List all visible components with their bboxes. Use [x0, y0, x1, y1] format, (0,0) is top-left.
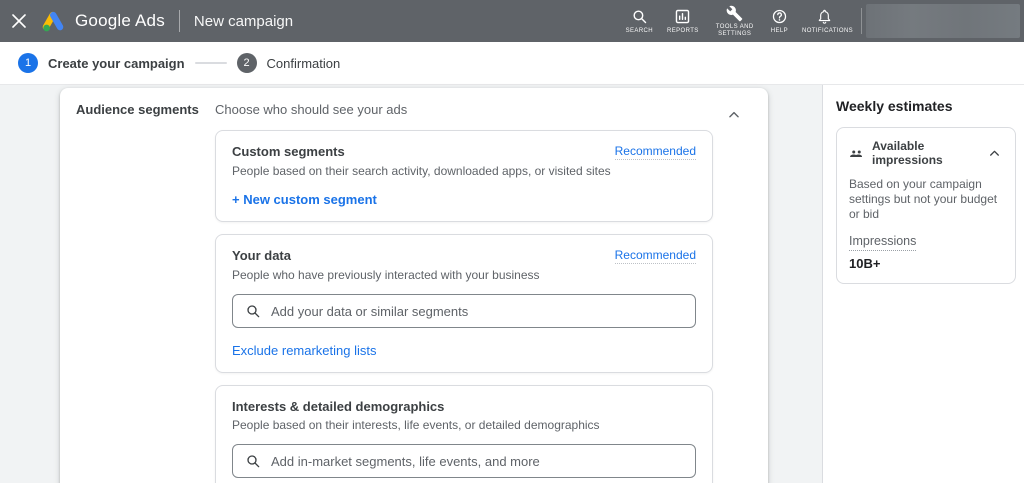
- nav-label: Notifications: [802, 28, 846, 35]
- audience-segments-card: Audience segments Choose who should see …: [60, 88, 768, 483]
- nav-label: Tools and Settings: [713, 24, 757, 38]
- card-subtitle: Choose who should see your ads: [215, 102, 718, 118]
- google-ads-new-campaign-screen: Google Ads New campaign Search: [0, 0, 1024, 483]
- tools-and-settings-nav-button[interactable]: Tools and Settings: [706, 4, 764, 38]
- chevron-up-icon: [727, 108, 741, 122]
- panel-title: Weekly estimates: [836, 98, 1024, 114]
- impressions-metric-value: 10B+: [849, 256, 1003, 271]
- your-data-section: Your data Recommended People who have pr…: [215, 234, 713, 373]
- step-label: Confirmation: [267, 56, 341, 71]
- audience-people-icon: [849, 146, 864, 161]
- available-impressions-card: Available impressions Based on your camp…: [836, 127, 1016, 284]
- step-confirmation[interactable]: 2 Confirmation: [237, 53, 341, 73]
- wrench-icon: [726, 4, 743, 22]
- reports-icon: [674, 8, 691, 26]
- recommended-badge[interactable]: Recommended: [615, 144, 696, 160]
- section-header: Custom segments Recommended: [232, 144, 696, 160]
- notifications-nav-button[interactable]: Notifications: [795, 8, 853, 35]
- interests-search-input[interactable]: [271, 454, 685, 469]
- step-label: Create your campaign: [48, 56, 185, 71]
- nav-label: Reports: [667, 28, 699, 35]
- reports-nav-button[interactable]: Reports: [660, 8, 706, 35]
- close-icon: [12, 14, 26, 28]
- section-description: People who have previously interacted wi…: [232, 268, 696, 282]
- section-description: People based on their search activity, d…: [232, 164, 696, 178]
- close-button[interactable]: [0, 0, 38, 42]
- search-icon: [245, 453, 261, 469]
- audience-sections: Custom segments Recommended People based…: [215, 130, 713, 483]
- interests-search-box: [232, 444, 696, 478]
- main-content-area: Audience segments Choose who should see …: [0, 85, 822, 483]
- impressions-metric-label[interactable]: Impressions: [849, 234, 916, 251]
- step-number-badge: 2: [237, 53, 257, 73]
- estimates-description: Based on your campaign settings but not …: [849, 177, 1003, 222]
- section-title: Custom segments: [232, 144, 345, 159]
- page-title: New campaign: [194, 13, 293, 30]
- section-header: Your data Recommended: [232, 248, 696, 264]
- your-data-search-box: [232, 294, 696, 328]
- recommended-badge[interactable]: Recommended: [615, 248, 696, 264]
- account-info-blurred[interactable]: [866, 4, 1020, 38]
- card-body: Choose who should see your ads Custom se…: [215, 102, 718, 483]
- weekly-estimates-panel: Weekly estimates Available impressions B…: [822, 85, 1024, 483]
- step-number-badge: 1: [18, 53, 38, 73]
- section-title: Your data: [232, 248, 291, 263]
- collapse-estimates-button[interactable]: [985, 144, 1003, 162]
- exclude-remarketing-lists-link[interactable]: Exclude remarketing lists: [232, 343, 377, 358]
- topbar-separator: [861, 8, 862, 34]
- search-icon: [245, 303, 261, 319]
- step-connector-line: [195, 62, 227, 64]
- section-description: People based on their interests, life ev…: [232, 418, 696, 432]
- brand-name: Google Ads: [75, 11, 165, 31]
- chevron-up-icon: [988, 147, 1001, 160]
- nav-label: Help: [771, 28, 788, 35]
- topbar-actions: Search Reports Tools and Settings: [619, 0, 1024, 42]
- card-title: Audience segments: [76, 102, 215, 483]
- collapse-card-button[interactable]: [722, 103, 746, 127]
- topbar-divider: [179, 10, 180, 32]
- custom-segments-section: Custom segments Recommended People based…: [215, 130, 713, 222]
- card-header: Available impressions: [849, 139, 1003, 167]
- search-nav-button[interactable]: Search: [619, 8, 660, 35]
- section-header: Interests & detailed demographics: [232, 399, 696, 414]
- new-custom-segment-link[interactable]: + New custom segment: [232, 192, 377, 207]
- nav-label: Search: [626, 28, 653, 35]
- your-data-search-input[interactable]: [271, 304, 685, 319]
- card-title: Available impressions: [872, 139, 985, 167]
- campaign-stepper: 1 Create your campaign 2 Confirmation: [0, 42, 1024, 85]
- search-icon: [631, 8, 648, 26]
- bell-icon: [816, 8, 833, 26]
- google-ads-logo-icon: [40, 8, 66, 34]
- section-title: Interests & detailed demographics: [232, 399, 444, 414]
- help-nav-button[interactable]: Help: [764, 8, 795, 35]
- help-icon: [771, 8, 788, 26]
- topbar: Google Ads New campaign Search: [0, 0, 1024, 42]
- step-create-your-campaign[interactable]: 1 Create your campaign: [18, 53, 185, 73]
- interests-demographics-section: Interests & detailed demographics People…: [215, 385, 713, 483]
